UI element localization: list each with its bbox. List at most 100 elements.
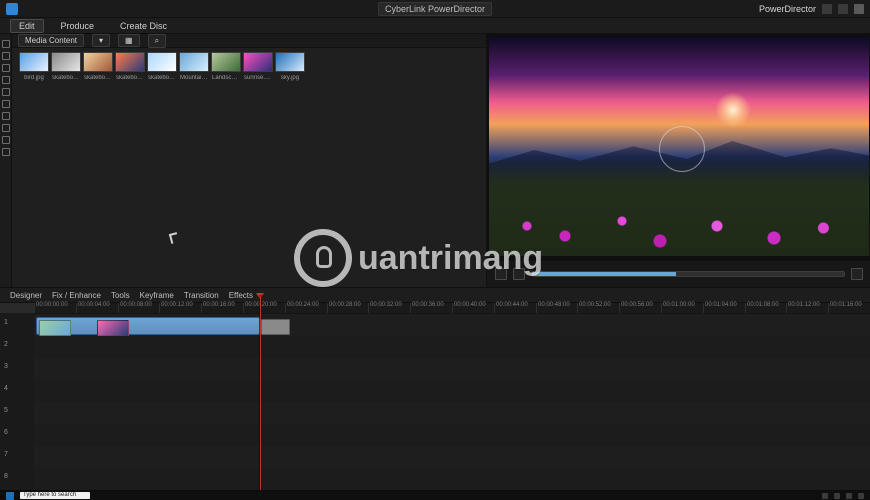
ruler-tick [76, 303, 77, 313]
timeline-track[interactable] [34, 357, 870, 380]
ruler-tick [494, 303, 495, 313]
title-room-icon[interactable] [1, 88, 10, 96]
media-item[interactable]: bird.jpg [19, 52, 49, 82]
gray-clip[interactable] [260, 319, 290, 335]
maximize-icon[interactable] [838, 3, 848, 14]
ruler-label: 00:00:28:00 [329, 302, 361, 308]
playhead[interactable] [260, 296, 261, 494]
track-number: 7 [4, 451, 8, 458]
stop-button[interactable] [513, 268, 525, 280]
thumbnail-label: bird.jpg [24, 75, 44, 81]
particle-room-icon[interactable] [1, 76, 10, 84]
thumbnail-label: skateboard 02.jpg [84, 75, 112, 81]
start-icon[interactable] [6, 491, 14, 500]
preview-image [489, 36, 869, 256]
taskbar-search[interactable]: Type here to search [20, 492, 90, 499]
ruler-tick [536, 303, 537, 313]
ruler-label: 00:00:12:00 [161, 302, 193, 308]
close-icon[interactable] [854, 3, 864, 14]
media-item[interactable]: skateboard 02.jpg [83, 52, 113, 82]
ruler-label: 00:00:00:00 [36, 302, 68, 308]
tab-create-disc[interactable]: Create Disc [111, 19, 176, 33]
view-toggle-button[interactable]: ▦ [118, 34, 140, 47]
ruler-label: 00:00:56:00 [621, 302, 653, 308]
mode-tabs: Edit Produce Create Disc [0, 18, 870, 34]
preview-progress-bar[interactable] [531, 271, 845, 277]
audio-mixing-icon[interactable] [1, 112, 10, 120]
ruler-label: 00:00:48:00 [538, 302, 570, 308]
media-item[interactable]: Mountain.jpg [179, 52, 209, 82]
media-filter-dropdown[interactable]: Media Content [18, 34, 85, 47]
pip-room-icon[interactable] [1, 64, 10, 72]
tray-icon[interactable] [822, 492, 828, 499]
timeline-fix-enhance[interactable]: Fix / Enhance [52, 291, 101, 300]
timeline-track[interactable] [34, 401, 870, 424]
timeline-track[interactable] [34, 423, 870, 446]
subtitle-icon[interactable] [1, 148, 10, 156]
preview-panel [486, 34, 870, 287]
effects-room-icon[interactable] [1, 52, 10, 60]
media-item[interactable]: skateboard 04.jpg [147, 52, 177, 82]
search-media-button[interactable]: ⌕ [147, 33, 167, 48]
transition-room-icon[interactable] [1, 100, 10, 108]
thumbnail-label: Mountain.jpg [180, 75, 208, 81]
timeline-effects[interactable]: Effects [229, 291, 253, 300]
tray-icon[interactable] [858, 492, 864, 499]
timeline-tools[interactable]: Tools [111, 291, 130, 300]
media-item[interactable]: sunrise.jpg [243, 52, 273, 82]
system-tray [822, 492, 864, 499]
timeline-transition[interactable]: Transition [184, 291, 219, 300]
thumbnail-image [115, 52, 145, 72]
ruler-tick [577, 303, 578, 313]
ruler-label: 00:00:32:00 [370, 302, 402, 308]
timeline-track[interactable] [34, 467, 870, 490]
tray-icon[interactable] [846, 492, 852, 499]
thumbnail-image [147, 52, 177, 72]
minimize-icon[interactable] [822, 3, 832, 14]
play-button[interactable] [495, 268, 507, 280]
tab-edit[interactable]: Edit [10, 18, 44, 33]
ruler-label: 00:01:12:00 [788, 302, 820, 308]
ruler-label: 00:01:04:00 [705, 302, 737, 308]
media-item[interactable]: Landscape.jpg [211, 52, 241, 82]
tab-produce[interactable]: Produce [52, 19, 104, 33]
ruler-tick [243, 303, 244, 313]
timeline-track[interactable] [34, 335, 870, 358]
titlebar-right: PowerDirector [759, 3, 864, 14]
video-clip[interactable] [36, 317, 260, 336]
timeline-track[interactable] [34, 379, 870, 402]
media-toolbar: Media Content ▾ ▦ ⌕ [12, 33, 486, 48]
media-item[interactable]: skateboard 01.jpg [51, 52, 81, 82]
sun-glow [715, 92, 751, 128]
timeline-toolbar: Designer Fix / Enhance Tools Keyframe Tr… [0, 287, 870, 303]
ruler-tick [452, 303, 453, 313]
media-library-panel: Media Content ▾ ▦ ⌕ bird.jpg skateboard … [12, 33, 487, 287]
thumbnail-image [19, 52, 49, 72]
media-item[interactable]: sky.jpg [275, 52, 305, 82]
fullscreen-button[interactable] [851, 268, 863, 280]
media-item[interactable]: skateboard 03.jpg [115, 52, 145, 82]
media-room-icon[interactable] [1, 40, 10, 48]
media-thumbnails: bird.jpg skateboard 01.jpg skateboard 02… [12, 48, 486, 86]
tray-icon[interactable] [834, 492, 840, 499]
thumbnail-label: Landscape.jpg [212, 75, 240, 81]
ruler-label: 00:00:36:00 [412, 302, 444, 308]
ruler-tick [703, 303, 704, 313]
thumbnail-label: sunrise.jpg [244, 75, 272, 81]
focus-indicator [659, 126, 705, 172]
timeline-designer[interactable]: Designer [10, 291, 42, 300]
taskbar: Type here to search [0, 490, 870, 500]
track-number: 1 [4, 319, 8, 326]
thumbnail-label: sky.jpg [280, 75, 300, 81]
thumbnail-label: skateboard 01.jpg [52, 75, 80, 81]
ruler-label: 00:00:40:00 [454, 302, 486, 308]
import-button[interactable]: ▾ [92, 34, 111, 47]
ruler-tick [786, 303, 787, 313]
thumbnail-image [83, 52, 113, 72]
voiceover-icon[interactable] [1, 124, 10, 132]
ruler-label: 00:01:00:00 [663, 302, 695, 308]
timeline-track[interactable] [34, 445, 870, 468]
chapter-icon[interactable] [1, 136, 10, 144]
timeline-keyframe[interactable]: Keyframe [140, 291, 174, 300]
preview-controls [487, 260, 870, 287]
